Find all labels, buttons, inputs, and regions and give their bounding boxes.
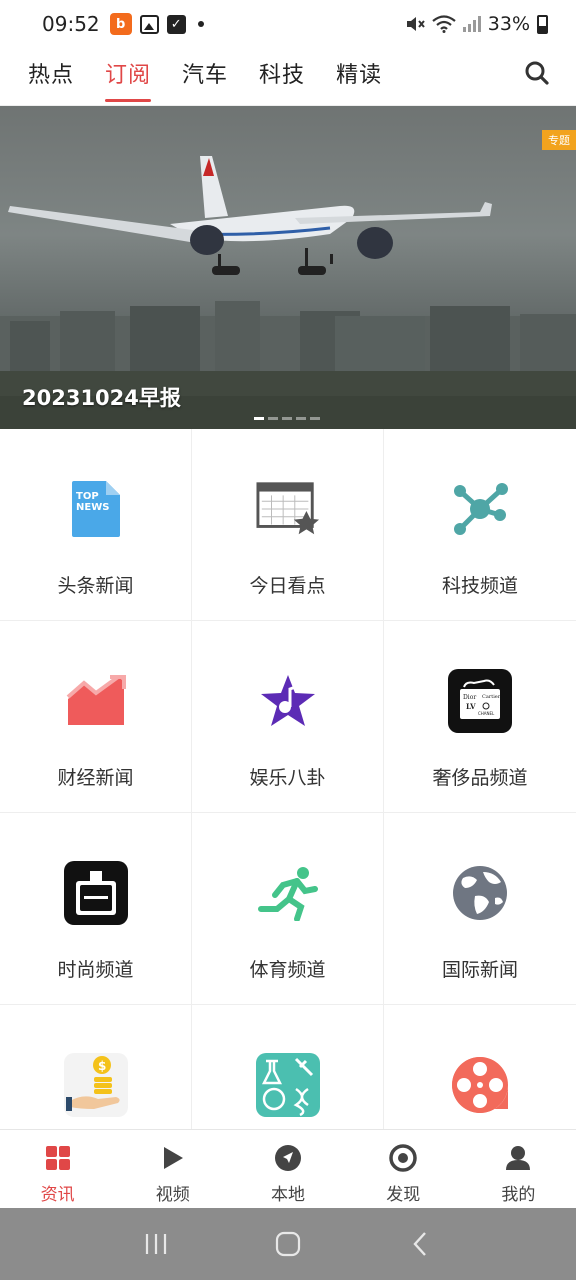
- svg-text:CHANEL: CHANEL: [478, 711, 495, 716]
- tab-tech[interactable]: 科技: [259, 53, 305, 101]
- globe-icon: [448, 861, 512, 925]
- coins-hand-icon: $: [64, 1053, 128, 1117]
- channel-fashion[interactable]: 时尚频道: [0, 813, 192, 1005]
- battery-percentage: 33%: [487, 13, 530, 35]
- channel-finance[interactable]: 财经新闻: [0, 621, 192, 813]
- top-news-icon: TOP NEWS: [64, 477, 128, 541]
- network-nodes-icon: [448, 477, 512, 541]
- perfume-bottle-icon: [64, 861, 128, 925]
- grid-icon: [44, 1144, 72, 1172]
- recent-apps-button[interactable]: [136, 1224, 176, 1264]
- checkbox-notification-icon: ✓: [166, 14, 186, 34]
- science-lab-icon: [256, 1053, 320, 1117]
- carousel-dot[interactable]: [254, 417, 264, 420]
- channel-science[interactable]: [192, 1005, 384, 1129]
- nav-news[interactable]: 资讯: [0, 1130, 115, 1208]
- system-navigation-bar: [0, 1208, 576, 1280]
- more-notifications-dot-icon: [197, 21, 204, 27]
- wifi-icon: [432, 15, 456, 33]
- channel-label: 今日看点: [249, 575, 326, 597]
- app-logo-icon: b: [109, 13, 132, 35]
- carousel-dot[interactable]: [310, 417, 320, 420]
- svg-text:Dior: Dior: [463, 694, 476, 701]
- channel-luxury[interactable]: Dior Cartier LV CHANEL 奢侈品频道: [384, 621, 576, 813]
- back-button[interactable]: [400, 1224, 440, 1264]
- nav-label: 视频: [155, 1185, 190, 1205]
- featured-banner[interactable]: 专题 20231024早报: [0, 106, 576, 429]
- channel-top-news[interactable]: TOP NEWS 头条新闻: [0, 429, 192, 621]
- nav-label: 我的: [501, 1185, 536, 1205]
- banner-airplane-image: [0, 156, 576, 429]
- nav-label: 资讯: [40, 1185, 75, 1205]
- music-star-icon: [256, 669, 320, 733]
- channel-sports[interactable]: 体育频道: [192, 813, 384, 1005]
- svg-text:Cartier: Cartier: [482, 694, 501, 700]
- back-icon: [413, 1232, 426, 1256]
- calendar-star-icon: [256, 477, 320, 541]
- nav-local[interactable]: 本地: [230, 1130, 345, 1208]
- svg-text:TOP: TOP: [76, 491, 99, 502]
- top-tab-bar: 热点 订阅 汽车 科技 精读: [0, 48, 576, 106]
- status-right: 33%: [405, 13, 548, 35]
- carousel-dot[interactable]: [296, 417, 306, 420]
- channel-international[interactable]: 国际新闻: [384, 813, 576, 1005]
- channel-film[interactable]: [384, 1005, 576, 1129]
- app-screen: 09:52 b ✓ 33% 热点 订阅 汽车 科技 精读 专题 20231024…: [0, 0, 576, 1280]
- play-icon: [159, 1144, 187, 1172]
- channel-label: 时尚频道: [57, 959, 134, 981]
- recent-apps-icon: [145, 1234, 167, 1254]
- channel-tech[interactable]: 科技频道: [384, 429, 576, 621]
- channel-label: 科技频道: [441, 575, 518, 597]
- nav-profile[interactable]: 我的: [461, 1130, 576, 1208]
- channel-label: 体育频道: [249, 959, 326, 981]
- channel-label: 财经新闻: [57, 767, 134, 789]
- banner-title[interactable]: 20231024早报: [22, 382, 181, 412]
- tab-featured[interactable]: 精读: [336, 53, 382, 101]
- nav-label: 发现: [386, 1185, 421, 1205]
- carousel-dot[interactable]: [282, 417, 292, 420]
- nav-discover[interactable]: 发现: [346, 1130, 461, 1208]
- carousel-dot[interactable]: [268, 417, 278, 420]
- runner-icon: [256, 861, 320, 925]
- channel-label: 头条新闻: [57, 575, 134, 597]
- channel-label: 娱乐八卦: [249, 767, 326, 789]
- channel-grid: TOP NEWS 头条新闻 今日看点 科技频道 财经新闻 娱乐八卦 Dior C…: [0, 429, 576, 1129]
- svg-text:$: $: [98, 1059, 106, 1073]
- user-icon: [504, 1144, 532, 1172]
- search-icon[interactable]: [524, 60, 550, 86]
- channel-label: 奢侈品频道: [432, 767, 528, 789]
- carousel-indicator: [254, 417, 320, 420]
- banner-topic-badge: 专题: [542, 130, 576, 150]
- nav-video[interactable]: 视频: [115, 1130, 230, 1208]
- tab-hot[interactable]: 热点: [28, 53, 74, 101]
- luxury-brands-icon: Dior Cartier LV CHANEL: [448, 669, 512, 733]
- mute-icon: [406, 17, 425, 31]
- home-button[interactable]: [268, 1224, 308, 1264]
- battery-icon: [537, 14, 548, 34]
- svg-text:NEWS: NEWS: [76, 502, 109, 513]
- target-icon: [389, 1144, 417, 1172]
- tab-subscribe[interactable]: 订阅: [105, 53, 152, 102]
- channel-today-highlights[interactable]: 今日看点: [192, 429, 384, 621]
- bottom-navigation: 资讯 视频 本地 发现 我的: [0, 1129, 576, 1208]
- channel-entertainment[interactable]: 娱乐八卦: [192, 621, 384, 813]
- status-bar: 09:52 b ✓ 33%: [0, 0, 576, 48]
- trend-chart-icon: [64, 669, 128, 733]
- tab-auto[interactable]: 汽车: [182, 53, 228, 101]
- film-reel-icon: [448, 1053, 512, 1117]
- channel-wealth[interactable]: $: [0, 1005, 192, 1129]
- home-icon: [275, 1231, 301, 1257]
- svg-text:LV: LV: [466, 702, 476, 711]
- nav-label: 本地: [271, 1185, 305, 1205]
- status-time: 09:52: [42, 12, 100, 36]
- gallery-notification-icon: [139, 14, 159, 34]
- signal-icon: [462, 16, 481, 32]
- compass-icon: [274, 1144, 302, 1172]
- channel-label: 国际新闻: [441, 959, 518, 981]
